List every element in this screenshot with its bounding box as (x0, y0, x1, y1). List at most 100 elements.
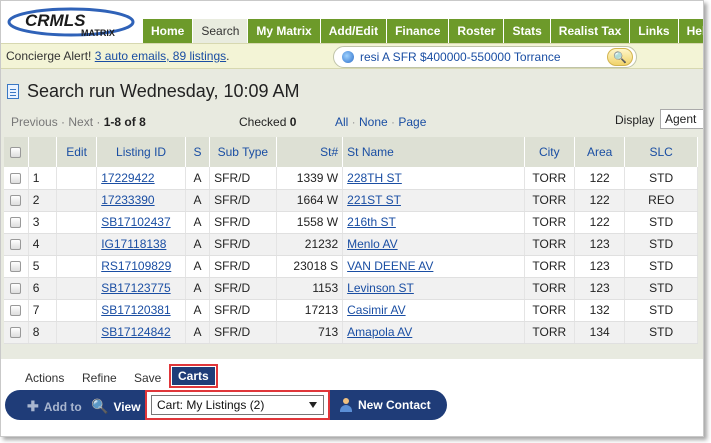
row-checkbox[interactable] (10, 195, 22, 207)
header-edit[interactable]: Edit (56, 137, 98, 167)
street-number-cell: 21232 (276, 233, 344, 256)
area-cell: 134 (574, 321, 626, 344)
tab-carts[interactable]: Carts (169, 364, 218, 388)
select-page-link[interactable]: Page (398, 115, 426, 129)
nav-tab-search[interactable]: Search (193, 19, 249, 43)
street-name-link[interactable]: Casimir AV (342, 299, 525, 322)
street-name-link[interactable]: 216th ST (342, 211, 525, 234)
street-name-link[interactable]: Menlo AV (342, 233, 525, 256)
matrix-window: CRMLS MATRIX Home Search My Matrix Add/E… (0, 0, 704, 437)
speedbar-input[interactable]: resi A SFR $400000-550000 Torrance (360, 50, 607, 64)
header-street-number[interactable]: St# (276, 137, 344, 167)
add-to-button[interactable]: ✚ Add to (27, 398, 82, 415)
header-status[interactable]: S (185, 137, 211, 167)
header-slc[interactable]: SLC (624, 137, 698, 167)
header-listing-id[interactable]: Listing ID (96, 137, 186, 167)
nav-tab-home[interactable]: Home (143, 19, 194, 43)
nav-tab-stats[interactable]: Stats (504, 19, 551, 43)
header-area[interactable]: Area (574, 137, 626, 167)
display-select[interactable]: Agent (660, 109, 703, 129)
table-row: 4 IG17118138 A SFR/D 21232 Menlo AV TORR… (4, 233, 698, 256)
status-cell: A (185, 233, 211, 256)
header-street-name[interactable]: St Name (342, 137, 525, 167)
listing-id-link[interactable]: SB17120381 (96, 299, 186, 322)
row-checkbox[interactable] (10, 327, 22, 339)
status-cell: A (185, 299, 211, 322)
pager-of: of (124, 115, 136, 129)
status-cell: A (185, 277, 211, 300)
row-checkbox[interactable] (10, 217, 22, 229)
pager-previous[interactable]: Previous (11, 115, 58, 129)
select-all-link[interactable]: All (335, 115, 348, 129)
search-icon[interactable]: 🔍 (607, 48, 633, 66)
new-contact-button[interactable]: New Contact (339, 398, 431, 412)
row-checkbox[interactable] (10, 173, 22, 185)
listing-id-link[interactable]: RS17109829 (96, 255, 186, 278)
results-panel: Search run Wednesday, 10:09 AM Previous … (1, 69, 703, 359)
cart-select[interactable]: Cart: My Listings (2) (151, 395, 324, 415)
checked-label: Checked (239, 115, 287, 129)
listing-id-link[interactable]: IG17118138 (96, 233, 186, 256)
street-name-link[interactable]: 221ST ST (342, 189, 525, 212)
city-cell: TORR (524, 299, 575, 322)
nav-tab-links[interactable]: Links (630, 19, 679, 43)
header-checkbox-cell (4, 137, 29, 167)
row-edit (56, 255, 98, 278)
city-cell: TORR (524, 321, 575, 344)
area-cell: 123 (574, 255, 626, 278)
street-name-link[interactable]: Amapola AV (342, 321, 525, 344)
city-cell: TORR (524, 233, 575, 256)
status-cell: A (185, 167, 211, 190)
row-edit (56, 211, 98, 234)
listing-id-link[interactable]: 17229422 (96, 167, 186, 190)
slc-cell: REO (624, 189, 698, 212)
sub-type-cell: SFR/D (209, 233, 277, 256)
row-checkbox[interactable] (10, 305, 22, 317)
header-city[interactable]: City (524, 137, 575, 167)
view-button[interactable]: 🔍 View (91, 398, 141, 415)
pager-next[interactable]: Next (68, 115, 93, 129)
nav-tab-roster[interactable]: Roster (449, 19, 505, 43)
row-edit (56, 167, 98, 190)
tab-refine[interactable]: Refine (82, 371, 117, 385)
speedbar-search[interactable]: resi A SFR $400000-550000 Torrance 🔍 (333, 46, 637, 68)
city-cell: TORR (524, 255, 575, 278)
crmls-matrix-logo[interactable]: CRMLS MATRIX (7, 7, 137, 39)
nav-tab-add-edit[interactable]: Add/Edit (320, 19, 388, 43)
sub-type-cell: SFR/D (209, 299, 277, 322)
row-number: 3 (28, 211, 57, 234)
listing-id-link[interactable]: SB17123775 (96, 277, 186, 300)
street-name-link[interactable]: 228TH ST (342, 167, 525, 190)
area-cell: 132 (574, 299, 626, 322)
nav-tab-finance[interactable]: Finance (387, 19, 450, 43)
header-sub-type[interactable]: Sub Type (209, 137, 277, 167)
nav-tab-my-matrix[interactable]: My Matrix (248, 19, 321, 43)
tab-actions[interactable]: Actions (25, 371, 64, 385)
select-all-checkbox[interactable] (10, 147, 22, 159)
page-title-text: Search run Wednesday, 10:09 AM (27, 81, 300, 101)
row-number: 7 (28, 299, 57, 322)
area-cell: 122 (574, 167, 626, 190)
concierge-link[interactable]: 3 auto emails, 89 listings (95, 49, 226, 63)
sub-type-cell: SFR/D (209, 255, 277, 278)
street-name-link[interactable]: VAN DEENE AV (342, 255, 525, 278)
nav-tab-help[interactable]: Help (678, 19, 703, 43)
table-row: 5 RS17109829 A SFR/D 23018 S VAN DEENE A… (4, 255, 698, 278)
listing-id-link[interactable]: 17233390 (96, 189, 186, 212)
tab-save[interactable]: Save (134, 371, 161, 385)
row-checkbox[interactable] (10, 261, 22, 273)
row-checkbox[interactable] (10, 283, 22, 295)
slc-cell: STD (624, 277, 698, 300)
listing-id-link[interactable]: SB17124842 (96, 321, 186, 344)
city-cell: TORR (524, 211, 575, 234)
action-tabs: Actions Refine Save Carts (1, 359, 703, 389)
nav-tab-realist-tax[interactable]: Realist Tax (550, 19, 631, 43)
row-checkbox-cell (4, 233, 29, 256)
street-name-link[interactable]: Levinson ST (342, 277, 525, 300)
row-checkbox[interactable] (10, 239, 22, 251)
view-label: View (113, 399, 141, 414)
listing-id-link[interactable]: SB17102437 (96, 211, 186, 234)
select-none-link[interactable]: None (359, 115, 388, 129)
row-checkbox-cell (4, 277, 29, 300)
magnifier-icon: 🔍 (91, 398, 109, 414)
